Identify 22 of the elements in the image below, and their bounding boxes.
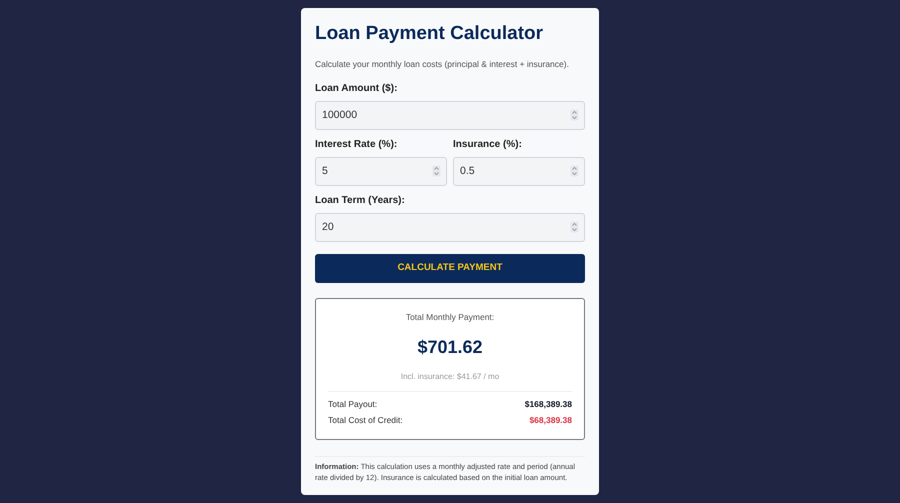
monthly-payment-amount: $701.62 [417, 336, 483, 358]
calculator-title: Loan Payment Calculator [315, 22, 544, 46]
insurance-note: Incl. insurance: $41.67 / mo [400, 370, 500, 382]
field-label: Loan Amount ($): [315, 82, 398, 95]
summary-value: $68,389.38 [529, 414, 572, 427]
number-input[interactable]: 100000 [315, 100, 585, 130]
summary-value: $168,389.38 [524, 398, 572, 410]
number-input[interactable]: 0.5 [453, 156, 585, 186]
summary-label: Total Payout: [328, 398, 378, 410]
spinner-icon[interactable] [432, 164, 441, 177]
calculate-button[interactable]: CALCULATE PAYMENT [315, 254, 585, 283]
calculator-subtitle: Calculate your monthly loan costs (principal & interest + insurance). [315, 58, 570, 71]
result-heading: Total Monthly Payment: [406, 310, 494, 324]
spinner-icon[interactable] [570, 164, 579, 177]
spinner-icon[interactable] [570, 108, 579, 121]
field-label: Loan Term (Years): [315, 194, 406, 207]
spinner-icon[interactable] [570, 220, 579, 233]
summary-label: Total Cost of Credit: [328, 414, 403, 427]
field-label: Interest Rate (%): [315, 138, 398, 151]
field-label: Insurance (%): [453, 138, 523, 151]
number-input[interactable]: 5 [315, 156, 447, 186]
number-input[interactable]: 20 [315, 212, 585, 242]
